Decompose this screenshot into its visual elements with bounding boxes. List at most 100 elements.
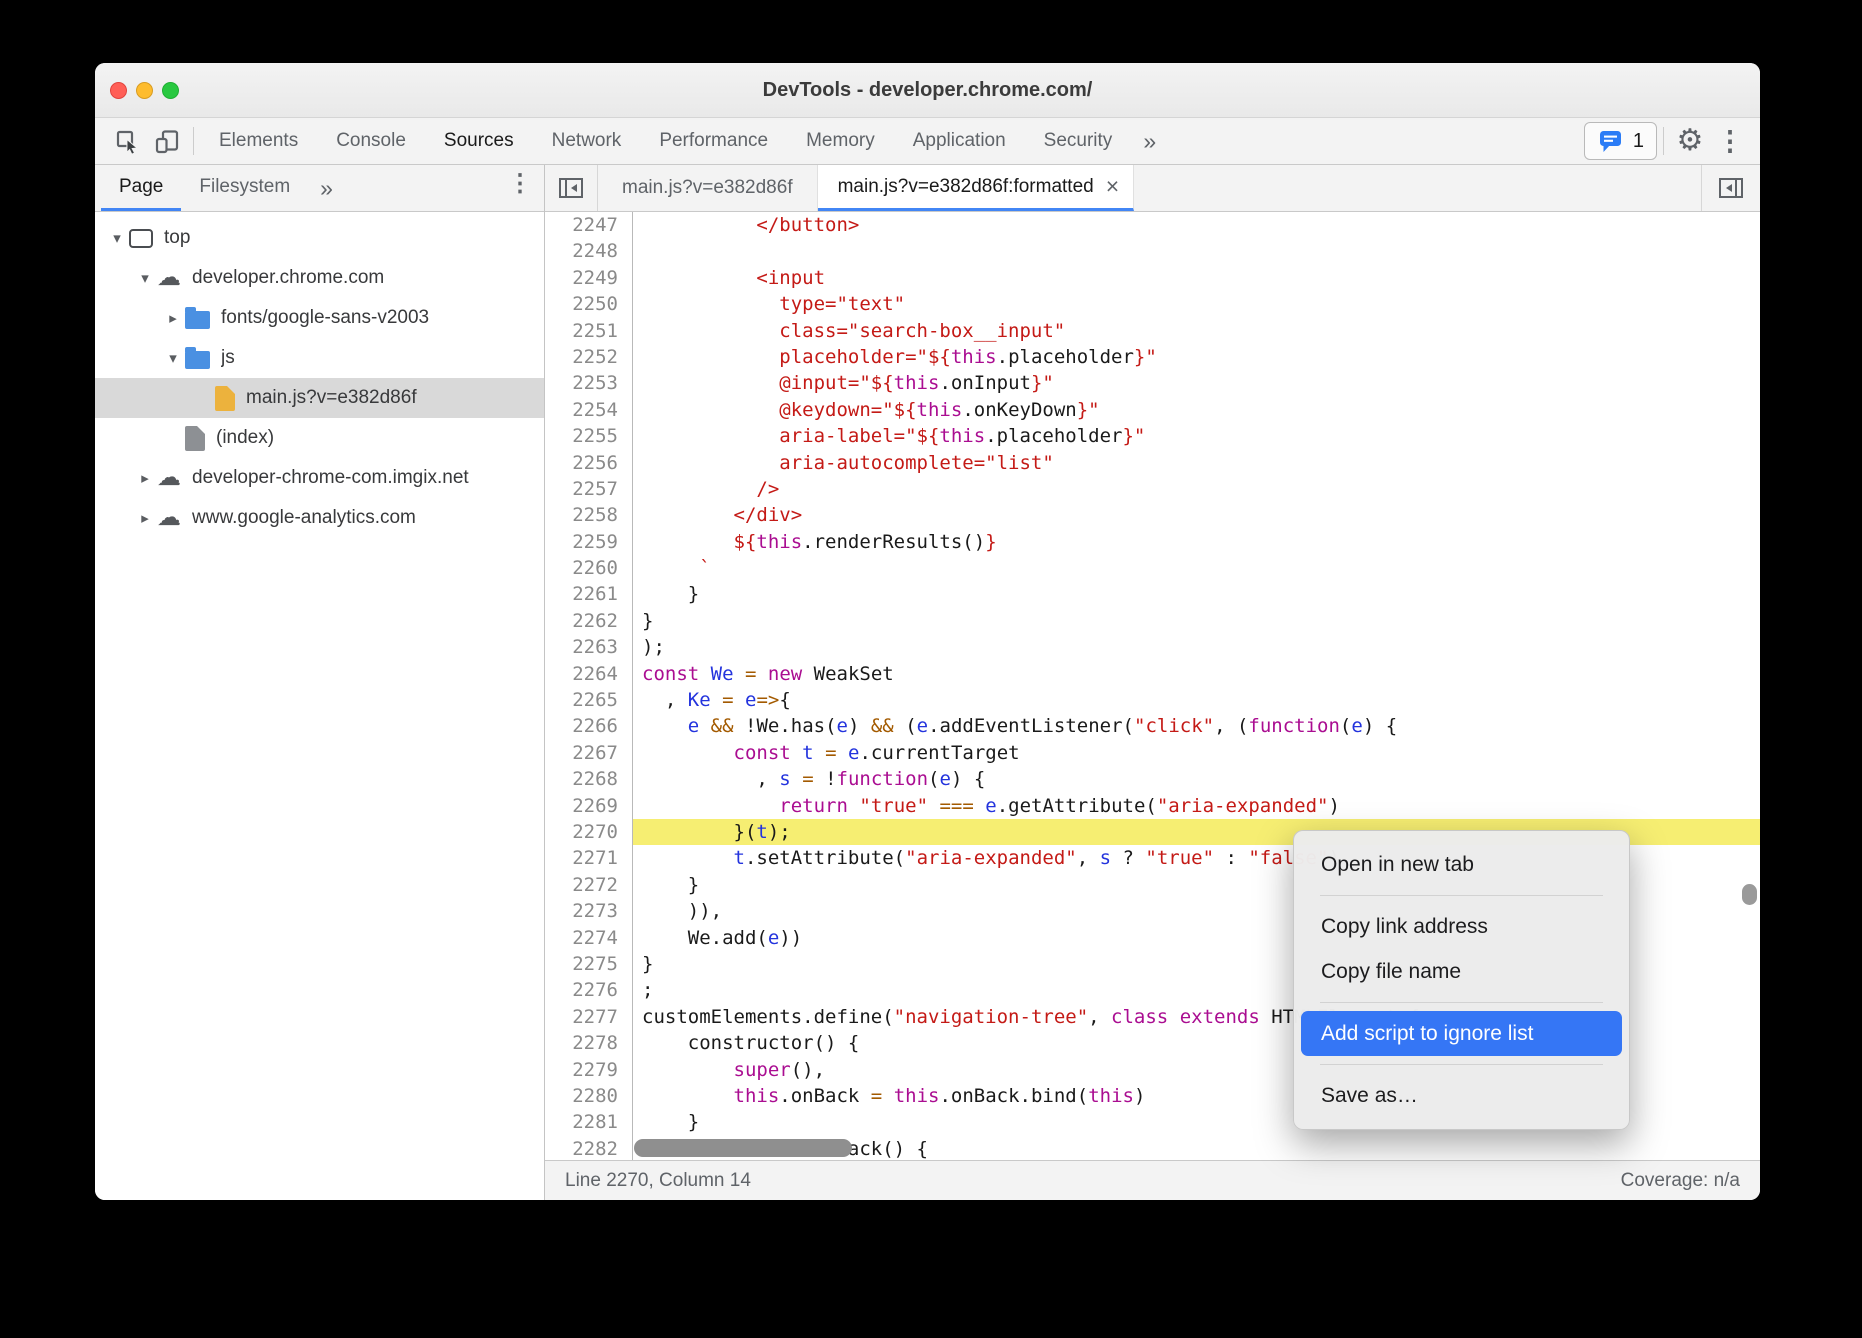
tree-item-main-js-v-e382d86f[interactable]: main.js?v=e382d86f: [95, 378, 544, 418]
editor-tab-mainjs-formatted[interactable]: main.js?v=e382d86f:formatted ×: [818, 165, 1135, 211]
tab-elements[interactable]: Elements: [200, 118, 317, 164]
tree-item-top[interactable]: ▾top: [95, 218, 544, 258]
settings-gear-button[interactable]: ⚙: [1670, 122, 1710, 160]
line-number[interactable]: 2261: [545, 581, 633, 607]
menu-item-open-in-new-tab[interactable]: Open in new tab: [1294, 842, 1629, 887]
line-number[interactable]: 2274: [545, 925, 633, 951]
line-number[interactable]: 2280: [545, 1083, 633, 1109]
line-number[interactable]: 2251: [545, 318, 633, 344]
code-line-2267[interactable]: 2267 const t = e.currentTarget: [545, 740, 1760, 766]
chevron-down-icon[interactable]: ▾: [105, 229, 129, 247]
code-line-2264[interactable]: 2264const We = new WeakSet: [545, 661, 1760, 687]
code-line-2252[interactable]: 2252 placeholder="${this.placeholder}": [545, 344, 1760, 370]
chevron-right-icon[interactable]: ▸: [161, 309, 185, 327]
tab-page[interactable]: Page: [101, 165, 181, 211]
hide-navigator-button[interactable]: [545, 165, 598, 211]
code-line-2260[interactable]: 2260 `: [545, 555, 1760, 581]
chevron-right-icon[interactable]: ▸: [133, 509, 157, 527]
code-line-2253[interactable]: 2253 @input="${this.onInput}": [545, 370, 1760, 396]
vertical-scrollbar-thumb[interactable]: [1742, 884, 1757, 905]
chevron-down-icon[interactable]: ▾: [133, 269, 157, 287]
code-line-2259[interactable]: 2259 ${this.renderResults()}: [545, 529, 1760, 555]
main-menu-kebab-button[interactable]: ⋮: [1710, 122, 1750, 160]
menu-item-add-script-to-ignore-list[interactable]: Add script to ignore list: [1301, 1011, 1622, 1056]
code-line-2248[interactable]: 2248: [545, 238, 1760, 264]
tree-item-js[interactable]: ▾js: [95, 338, 544, 378]
line-number[interactable]: 2260: [545, 555, 633, 581]
line-number[interactable]: 2272: [545, 872, 633, 898]
line-number[interactable]: 2277: [545, 1004, 633, 1030]
line-number[interactable]: 2249: [545, 265, 633, 291]
code-line-2254[interactable]: 2254 @keydown="${this.onKeyDown}": [545, 397, 1760, 423]
line-number[interactable]: 2268: [545, 766, 633, 792]
code-line-2251[interactable]: 2251 class="search-box__input": [545, 318, 1760, 344]
code-line-2255[interactable]: 2255 aria-label="${this.placeholder}": [545, 423, 1760, 449]
line-number[interactable]: 2273: [545, 898, 633, 924]
editor-tab-mainjs[interactable]: main.js?v=e382d86f: [598, 165, 818, 211]
tab-console[interactable]: Console: [317, 118, 425, 164]
code-line-2250[interactable]: 2250 type="text": [545, 291, 1760, 317]
code-line-2256[interactable]: 2256 aria-autocomplete="list": [545, 450, 1760, 476]
tab-performance[interactable]: Performance: [640, 118, 787, 164]
line-number[interactable]: 2270: [545, 819, 633, 845]
line-number[interactable]: 2247: [545, 212, 633, 238]
more-navigator-tabs-chevron[interactable]: »: [308, 175, 345, 202]
line-number[interactable]: 2257: [545, 476, 633, 502]
device-toolbar-button[interactable]: [147, 122, 187, 160]
line-number[interactable]: 2279: [545, 1057, 633, 1083]
code-line-2263[interactable]: 2263);: [545, 634, 1760, 660]
line-number[interactable]: 2281: [545, 1109, 633, 1135]
line-number[interactable]: 2269: [545, 793, 633, 819]
code-line-2247[interactable]: 2247 </button>: [545, 212, 1760, 238]
close-tab-icon[interactable]: ×: [1106, 175, 1119, 198]
line-number[interactable]: 2252: [545, 344, 633, 370]
line-number[interactable]: 2278: [545, 1030, 633, 1056]
code-line-2265[interactable]: 2265 , Ke = e=>{: [545, 687, 1760, 713]
line-number[interactable]: 2265: [545, 687, 633, 713]
tree-item-fonts-google-sans-v2003[interactable]: ▸fonts/google-sans-v2003: [95, 298, 544, 338]
line-number[interactable]: 2271: [545, 845, 633, 871]
line-number[interactable]: 2262: [545, 608, 633, 634]
close-window-button[interactable]: [110, 82, 127, 99]
line-number[interactable]: 2255: [545, 423, 633, 449]
tree-item-developer-chrome-com-imgix-net[interactable]: ▸☁developer-chrome-com.imgix.net: [95, 458, 544, 498]
more-panels-chevron[interactable]: »: [1131, 128, 1168, 155]
tree-item--index-[interactable]: (index): [95, 418, 544, 458]
code-line-2266[interactable]: 2266 e && !We.has(e) && (e.addEventListe…: [545, 713, 1760, 739]
line-number[interactable]: 2253: [545, 370, 633, 396]
line-number[interactable]: 2267: [545, 740, 633, 766]
line-number[interactable]: 2266: [545, 713, 633, 739]
tab-filesystem[interactable]: Filesystem: [181, 165, 308, 211]
tab-sources[interactable]: Sources: [425, 118, 533, 164]
tab-application[interactable]: Application: [894, 118, 1025, 164]
line-number[interactable]: 2259: [545, 529, 633, 555]
menu-item-copy-link-address[interactable]: Copy link address: [1294, 904, 1629, 949]
minimize-window-button[interactable]: [136, 82, 153, 99]
line-number[interactable]: 2248: [545, 238, 633, 264]
code-line-2268[interactable]: 2268 , s = !function(e) {: [545, 766, 1760, 792]
code-line-2258[interactable]: 2258 </div>: [545, 502, 1760, 528]
line-number[interactable]: 2258: [545, 502, 633, 528]
line-number[interactable]: 2276: [545, 977, 633, 1003]
code-line-2269[interactable]: 2269 return "true" === e.getAttribute("a…: [545, 793, 1760, 819]
menu-item-save-as[interactable]: Save as…: [1294, 1073, 1629, 1118]
tree-item-www-google-analytics-com[interactable]: ▸☁www.google-analytics.com: [95, 498, 544, 538]
line-number[interactable]: 2263: [545, 634, 633, 660]
line-number[interactable]: 2256: [545, 450, 633, 476]
code-line-2249[interactable]: 2249 <input: [545, 265, 1760, 291]
navigator-menu-kebab-button[interactable]: ⋮: [504, 165, 536, 203]
menu-item-copy-file-name[interactable]: Copy file name: [1294, 949, 1629, 994]
code-line-2257[interactable]: 2257 />: [545, 476, 1760, 502]
horizontal-scrollbar-thumb[interactable]: [634, 1139, 852, 1157]
line-number[interactable]: 2275: [545, 951, 633, 977]
tree-item-developer-chrome-com[interactable]: ▾☁developer.chrome.com: [95, 258, 544, 298]
show-debugger-sidebar-button[interactable]: [1701, 165, 1760, 211]
code-line-2261[interactable]: 2261 }: [545, 581, 1760, 607]
line-number[interactable]: 2282: [545, 1136, 633, 1160]
inspect-element-button[interactable]: [107, 122, 147, 160]
line-number[interactable]: 2250: [545, 291, 633, 317]
issues-button[interactable]: 1: [1584, 122, 1657, 160]
chevron-down-icon[interactable]: ▾: [161, 349, 185, 367]
chevron-right-icon[interactable]: ▸: [133, 469, 157, 487]
tab-security[interactable]: Security: [1025, 118, 1132, 164]
